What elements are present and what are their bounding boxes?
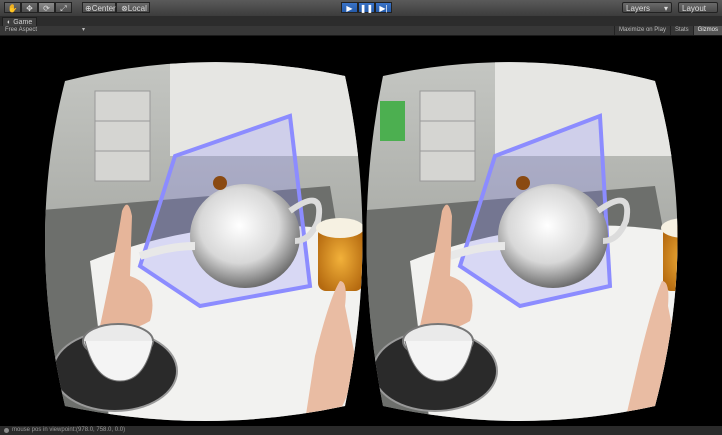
status-message: mouse pos in viewpoint:(978.0, 758.0, 0.…	[12, 427, 126, 433]
layout-label: Layout	[682, 4, 707, 13]
pivot-toggles: ⊕Center ⊗Local	[82, 2, 150, 13]
left-eye-view	[45, 62, 363, 422]
step-icon: ▶|	[379, 4, 388, 13]
pivot-center-button[interactable]: ⊕Center	[82, 2, 116, 13]
aspect-label: Free Aspect	[5, 27, 38, 33]
local-icon: ⊗	[121, 4, 128, 13]
play-icon: ▶	[346, 4, 353, 13]
rotate-tool-button[interactable]: ⟳	[38, 2, 55, 13]
chevron-down-icon: ▾	[81, 27, 85, 33]
play-controls: ▶ ❚❚ ▶|	[341, 2, 392, 13]
status-bar: mouse pos in viewpoint:(978.0, 758.0, 0.…	[0, 426, 722, 435]
local-label: Local	[127, 4, 147, 13]
layout-dropdown[interactable]: Layout	[678, 2, 718, 13]
game-viewport[interactable]	[0, 36, 722, 426]
hand-tool-button[interactable]: ✋	[4, 2, 21, 13]
maximize-on-play-toggle[interactable]: Maximize on Play	[613, 26, 670, 35]
aspect-dropdown[interactable]: Free Aspect ▾	[5, 26, 85, 35]
game-view-bar: Free Aspect ▾ Maximize on Play Stats Gizm…	[0, 26, 722, 36]
move-tool-button[interactable]: ✥	[21, 2, 38, 13]
chevron-down-icon: ▾	[663, 4, 668, 13]
rotate-icon: ⟳	[43, 4, 50, 13]
pause-icon: ❚❚	[359, 4, 374, 13]
pivot-icon: ⊕	[85, 4, 92, 13]
play-button[interactable]: ▶	[341, 2, 358, 13]
move-icon: ✥	[26, 4, 33, 13]
pivot-local-button[interactable]: ⊗Local	[116, 2, 150, 13]
game-view-options: Maximize on Play Stats Gizmos	[613, 26, 722, 35]
main-toolbar: ✋ ✥ ⟳ ⤢ ⊕Center ⊗Local ▶ ❚❚ ▶| Layers ▾ L…	[0, 0, 722, 17]
layers-label: Layers	[626, 4, 651, 13]
scale-tool-button[interactable]: ⤢	[55, 2, 72, 13]
tab-game-label: Game	[13, 19, 33, 26]
layers-dropdown[interactable]: Layers ▾	[622, 2, 672, 13]
hand-icon: ✋	[7, 4, 18, 13]
right-eye-view	[366, 62, 678, 422]
stereo-vr-view	[45, 62, 678, 422]
step-button[interactable]: ▶|	[375, 2, 392, 13]
gizmos-toggle[interactable]: Gizmos	[692, 26, 722, 35]
transform-tools: ✋ ✥ ⟳ ⤢	[4, 2, 72, 13]
pause-button[interactable]: ❚❚	[358, 2, 375, 13]
info-icon	[4, 428, 9, 433]
scale-icon: ⤢	[60, 4, 67, 13]
stats-toggle[interactable]: Stats	[669, 26, 693, 35]
pivot-label: Center	[91, 4, 116, 13]
